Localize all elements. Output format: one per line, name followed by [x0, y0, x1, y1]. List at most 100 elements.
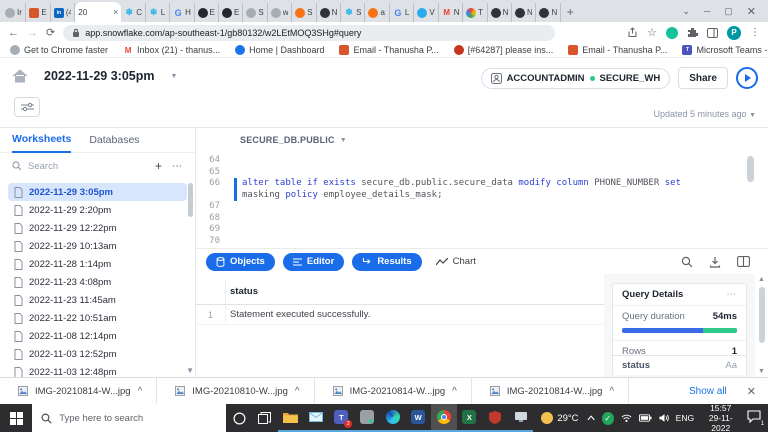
worksheet-item[interactable]: 2022-11-29 2:20pm	[8, 201, 187, 219]
run-button[interactable]	[736, 67, 758, 89]
bookmark-item[interactable]: Get to Chrome faster	[10, 45, 108, 55]
context-selector[interactable]: ACCOUNTADMIN SECURE_WH	[480, 67, 671, 89]
table-row[interactable]: 1 Statement executed successfully.	[196, 305, 604, 325]
tab-databases[interactable]: Databases	[89, 128, 139, 153]
browser-tab[interactable]: w	[268, 3, 293, 22]
browser-tab[interactable]: in(4	[51, 3, 76, 22]
browser-tab[interactable]: N	[317, 3, 342, 22]
start-button[interactable]	[0, 404, 32, 432]
tab-search-chevron-icon[interactable]: ⌄	[682, 6, 690, 17]
browser-tab[interactable]: ❄ C	[121, 3, 146, 22]
bookmark-star-icon[interactable]: ☆	[647, 26, 657, 39]
filters-button[interactable]	[14, 97, 40, 117]
excel-button[interactable]: X	[456, 404, 483, 432]
browser-tab[interactable]: T	[463, 3, 488, 22]
forward-button[interactable]: →	[27, 27, 38, 39]
browser-tab[interactable]: ❄ L	[146, 3, 171, 22]
download-item[interactable]: IMG-20210810-W...jpg ^	[157, 378, 315, 404]
download-chevron-up-icon[interactable]: ^	[295, 386, 300, 397]
browser-tab[interactable]: E	[219, 3, 244, 22]
vpn-client-button[interactable]	[354, 404, 380, 432]
teams-button[interactable]: T 2	[328, 404, 355, 432]
query-details-menu-icon[interactable]: ⋯	[727, 289, 738, 300]
code-line[interactable]: alter table if exists secure_db.public.s…	[242, 178, 746, 190]
worksheet-item[interactable]: 2022-11-29 10:13am	[8, 237, 187, 255]
code-line[interactable]: masking policy employee_details_mask;	[242, 190, 746, 202]
download-item[interactable]: IMG-20210814-W...jpg ^	[0, 378, 158, 404]
browser-tab[interactable]: MN	[439, 3, 464, 22]
battery-icon[interactable]	[638, 414, 652, 422]
reload-button[interactable]: ⟳	[46, 26, 55, 39]
chrome-button[interactable]	[431, 404, 457, 432]
security-shield-icon[interactable]: ✓	[601, 411, 614, 425]
editor-button[interactable]: Editor	[282, 252, 345, 271]
new-worksheet-button[interactable]: +	[155, 159, 162, 173]
worksheet-item[interactable]: 2022-11-29 12:22pm	[8, 219, 187, 237]
taskbar-clock[interactable]: 15:57 29-11-2022	[701, 403, 740, 432]
database-context[interactable]: SECURE_DB.PUBLIC	[240, 135, 335, 145]
new-tab-button[interactable]: +	[567, 5, 574, 19]
results-button[interactable]: Results	[352, 252, 422, 271]
sidebar-scrollbar[interactable]	[188, 183, 193, 217]
back-button[interactable]: ←	[8, 27, 19, 39]
browser-tab-active[interactable]: 20 ×	[75, 2, 122, 22]
home-icon[interactable]	[12, 69, 28, 83]
close-button[interactable]: ✕	[747, 5, 756, 18]
show-all-button[interactable]: Show all	[689, 386, 727, 397]
browser-tab[interactable]: GL	[390, 3, 415, 22]
tray-chevron-up-icon[interactable]	[587, 415, 595, 421]
code-area[interactable]: alter table if exists secure_db.public.s…	[242, 178, 746, 201]
download-item[interactable]: IMG-20210814-W...jpg ^	[472, 378, 630, 404]
mail-button[interactable]	[303, 404, 329, 432]
scroll-down-icon[interactable]: ▼	[758, 368, 765, 375]
browser-tab[interactable]: E	[195, 3, 219, 22]
download-item[interactable]: IMG-20210814-W...jpg ^	[315, 378, 472, 404]
bookmark-item[interactable]: [#64287] please ins...	[453, 45, 553, 55]
edge-button[interactable]	[379, 404, 406, 432]
taskbar-search[interactable]: Type here to search	[32, 404, 227, 432]
download-icon[interactable]	[709, 256, 721, 268]
scroll-down-icon[interactable]: ▼	[186, 366, 194, 375]
grammarly-extension-icon[interactable]	[666, 26, 678, 39]
browser-tab[interactable]: Ir	[2, 3, 27, 22]
wifi-icon[interactable]	[621, 413, 632, 423]
download-chevron-up-icon[interactable]: ^	[138, 386, 143, 397]
profile-avatar[interactable]: P	[727, 25, 741, 40]
worksheet-item[interactable]: 2022-11-29 3:05pm	[8, 183, 187, 201]
antivirus-button[interactable]	[482, 404, 508, 432]
extensions-puzzle-icon[interactable]	[687, 27, 698, 38]
browser-tab[interactable]: V	[414, 3, 439, 22]
sidebar-search[interactable]: Search + ⋯	[0, 153, 195, 179]
browser-tab[interactable]: GH	[170, 3, 195, 22]
tab-worksheets[interactable]: Worksheets	[12, 128, 72, 153]
chart-tab[interactable]: Chart	[435, 256, 476, 267]
share-icon[interactable]	[627, 27, 638, 38]
worksheet-item[interactable]: 2022-11-08 12:14pm	[8, 327, 187, 345]
address-bar[interactable]: app.snowflake.com/ap-southeast-1/gb80132…	[63, 24, 556, 41]
browser-tab[interactable]: ❄ S	[341, 3, 366, 22]
columns-layout-icon[interactable]	[737, 256, 750, 267]
sql-editor[interactable]: 64 65 66 67 68 69 70 alter table if exists sec…	[196, 152, 756, 248]
scroll-up-icon[interactable]: ▲	[758, 276, 765, 283]
bookmark-item[interactable]: TMicrosoft Teams - i...	[682, 45, 768, 55]
worksheet-item[interactable]: 2022-11-23 11:45am	[8, 291, 187, 309]
tab-close-icon[interactable]: ×	[113, 7, 118, 17]
cortana-button[interactable]	[226, 404, 252, 432]
bookmark-item[interactable]: Email - Thanusha P...	[339, 45, 439, 55]
menu-kebab-icon[interactable]: ⋮	[750, 27, 760, 38]
file-explorer-button[interactable]	[277, 404, 304, 432]
minimize-button[interactable]: ─	[704, 6, 710, 16]
download-chevron-up-icon[interactable]: ^	[452, 386, 457, 397]
worksheet-item[interactable]: 2022-11-03 12:52pm	[8, 345, 187, 363]
search-results-icon[interactable]	[681, 256, 693, 268]
context-dropdown-icon[interactable]: ▼	[340, 137, 347, 144]
browser-tab[interactable]: S	[292, 3, 317, 22]
browser-tab[interactable]: S	[243, 3, 268, 22]
bookmark-item[interactable]: M Inbox (21) - thanus...	[123, 45, 220, 55]
network-app-button[interactable]	[507, 404, 534, 432]
browser-tab[interactable]: N	[536, 3, 561, 22]
worksheet-item[interactable]: 2022-11-28 1:14pm	[8, 255, 187, 273]
objects-button[interactable]: Objects	[206, 252, 275, 271]
browser-tab[interactable]: E	[26, 3, 51, 22]
side-panel-icon[interactable]	[707, 27, 718, 38]
